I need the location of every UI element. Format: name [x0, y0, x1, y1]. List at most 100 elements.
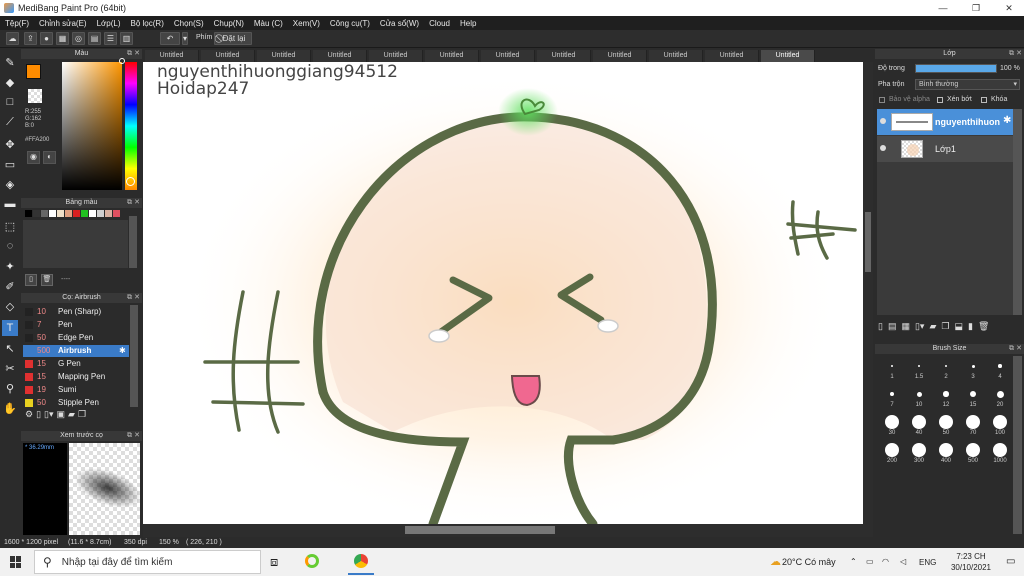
menu-color[interactable]: Màu (C): [249, 19, 288, 28]
weather-icon[interactable]: ☁: [770, 555, 781, 568]
brush-size-option[interactable]: 3: [960, 358, 986, 384]
layer-scrollbar[interactable]: [1013, 109, 1022, 315]
clipping-option[interactable]: Xén bớt: [937, 96, 972, 103]
palette-swatch[interactable]: [25, 210, 32, 217]
add-brush-icon[interactable]: ⚙: [25, 409, 33, 423]
layer-row-active[interactable]: nguyenthihuon ✱: [877, 109, 1013, 135]
float-icon[interactable]: ⧉: [1009, 344, 1014, 354]
taskbar-search-box[interactable]: ⚲ Nhập tại đây để tìm kiếm: [34, 550, 261, 574]
visibility-eye-icon[interactable]: [880, 118, 886, 124]
brush-size-option[interactable]: 7: [879, 386, 905, 412]
select-eraser-icon[interactable]: ◇: [2, 298, 18, 314]
lasso-tool-icon[interactable]: ◌: [2, 238, 18, 254]
medibang-taskbar-icon[interactable]: [305, 554, 319, 568]
brush-scrollbar[interactable]: [130, 305, 138, 407]
close-icon[interactable]: ✕: [134, 49, 140, 59]
palette-scrollbar[interactable]: [129, 216, 137, 268]
select-pen-icon[interactable]: ✐: [2, 278, 18, 294]
drawing-canvas[interactable]: nguyenthihuonggiang94512 Hoidap247: [143, 62, 863, 524]
palette-swatch[interactable]: [49, 210, 56, 217]
brush-size-option[interactable]: 70: [960, 414, 986, 440]
float-icon[interactable]: ⧉: [127, 49, 132, 59]
menu-tools[interactable]: Công cụ(T): [325, 19, 375, 28]
delete-layer-icon[interactable]: 🗑: [978, 321, 989, 332]
brush-menu-icon[interactable]: ▯▾: [44, 409, 53, 423]
hand-tool-icon[interactable]: ✋: [2, 400, 18, 416]
color-pick-icon[interactable]: ◐: [43, 151, 56, 164]
menu-filter[interactable]: Bộ lọc(R): [126, 19, 169, 28]
reset-button[interactable]: ⃠ Đặt lại: [214, 32, 252, 45]
palette-swatch[interactable]: [97, 210, 104, 217]
tab-untitled[interactable]: Untitled: [257, 50, 311, 62]
gear-icon[interactable]: ✱: [1003, 115, 1011, 126]
gradient-tool-icon[interactable]: ▬: [2, 196, 18, 212]
brush-item[interactable]: 10 Pen (Sharp): [23, 306, 129, 318]
eyedropper-icon[interactable]: ⚲: [2, 380, 18, 396]
brush-item[interactable]: 7 Pen: [23, 319, 129, 331]
brush-size-option[interactable]: 20: [987, 386, 1013, 412]
hue-slider[interactable]: [125, 62, 137, 190]
undo-icon[interactable]: ↶: [160, 32, 180, 45]
menu-file[interactable]: Tệp(F): [0, 19, 34, 28]
brush-size-option[interactable]: 400: [933, 442, 959, 468]
brush-item[interactable]: 500 Airbrush ✱: [23, 345, 129, 357]
delete-palette-icon[interactable]: 🗑: [41, 274, 53, 286]
brush-size-scrollbar[interactable]: [1013, 356, 1022, 534]
brush-size-option[interactable]: 10: [906, 386, 932, 412]
tab-untitled[interactable]: Untitled: [145, 50, 199, 62]
new-layer-icon[interactable]: ▯: [878, 321, 883, 332]
wifi-icon[interactable]: ◠: [882, 557, 889, 566]
palette-swatch[interactable]: [89, 210, 96, 217]
brush-item[interactable]: 50 Stipple Pen: [23, 397, 129, 409]
layer-add-menu-icon[interactable]: ▯▾: [915, 321, 924, 332]
vertical-scrollbar[interactable]: [863, 62, 873, 537]
tab-untitled[interactable]: Untitled: [593, 50, 647, 62]
undo-dropdown-icon[interactable]: ▾: [182, 32, 188, 45]
clipping-checkbox[interactable]: [937, 96, 943, 103]
taskbar-clock[interactable]: 7:23 CH 30/10/2021: [942, 551, 1000, 573]
brush-item[interactable]: 15 G Pen: [23, 358, 129, 370]
brush-size-option[interactable]: 100: [987, 414, 1013, 440]
fill-tool-icon[interactable]: ◈: [2, 176, 18, 192]
close-icon[interactable]: ✕: [134, 293, 140, 303]
language-indicator[interactable]: ENG: [919, 558, 936, 567]
windows-start-icon[interactable]: [10, 556, 22, 568]
divide-tool-icon[interactable]: ✂: [2, 360, 18, 376]
new-halftone-layer-icon[interactable]: ▤: [888, 321, 897, 332]
menu-help[interactable]: Help: [455, 19, 481, 28]
lock-checkbox[interactable]: [981, 96, 987, 103]
float-icon[interactable]: ⧉: [127, 293, 132, 303]
share-icon[interactable]: ⇪: [24, 32, 37, 45]
brush-item[interactable]: 15 Mapping Pen: [23, 371, 129, 383]
close-icon[interactable]: ✕: [134, 198, 140, 208]
cloud-icon[interactable]: ☁: [6, 32, 19, 45]
brush-size-option[interactable]: 30: [879, 414, 905, 440]
menu-window[interactable]: Cửa sổ(W): [375, 19, 424, 28]
palette-swatch[interactable]: [57, 210, 64, 217]
brush-size-option[interactable]: 50: [933, 414, 959, 440]
brush-item[interactable]: 19 Sumi: [23, 384, 129, 396]
brush-size-option[interactable]: 4: [987, 358, 1013, 384]
visibility-eye-icon[interactable]: [880, 145, 886, 151]
brush-size-option[interactable]: 2: [933, 358, 959, 384]
tab-untitled[interactable]: Untitled: [201, 50, 255, 62]
brush-size-option[interactable]: 15: [960, 386, 986, 412]
hue-cursor[interactable]: [126, 177, 135, 186]
horizontal-scroll-thumb[interactable]: [405, 526, 555, 534]
magic-wand-icon[interactable]: ✦: [2, 258, 18, 274]
new-palette-icon[interactable]: ▯: [25, 274, 37, 286]
menu-edit[interactable]: Chỉnh sửa(E): [34, 19, 92, 28]
list-icon[interactable]: ☰: [104, 32, 117, 45]
close-button[interactable]: ✕: [994, 0, 1024, 16]
layer-settings-icon[interactable]: ▮: [968, 321, 973, 332]
layout-icon[interactable]: ▤: [88, 32, 101, 45]
brush-size-option[interactable]: 1.5: [906, 358, 932, 384]
protect-alpha-option[interactable]: Bảo vệ alpha: [879, 96, 930, 103]
operation-tool-icon[interactable]: ↖: [2, 340, 18, 356]
brush-size-option[interactable]: 12: [933, 386, 959, 412]
line-tool-icon[interactable]: ⟋: [2, 114, 18, 130]
menu-cloud[interactable]: Cloud: [424, 19, 455, 28]
volume-icon[interactable]: ◁: [900, 557, 906, 566]
hex-value[interactable]: #FFA200: [25, 137, 49, 143]
protect-alpha-checkbox[interactable]: [879, 96, 885, 103]
